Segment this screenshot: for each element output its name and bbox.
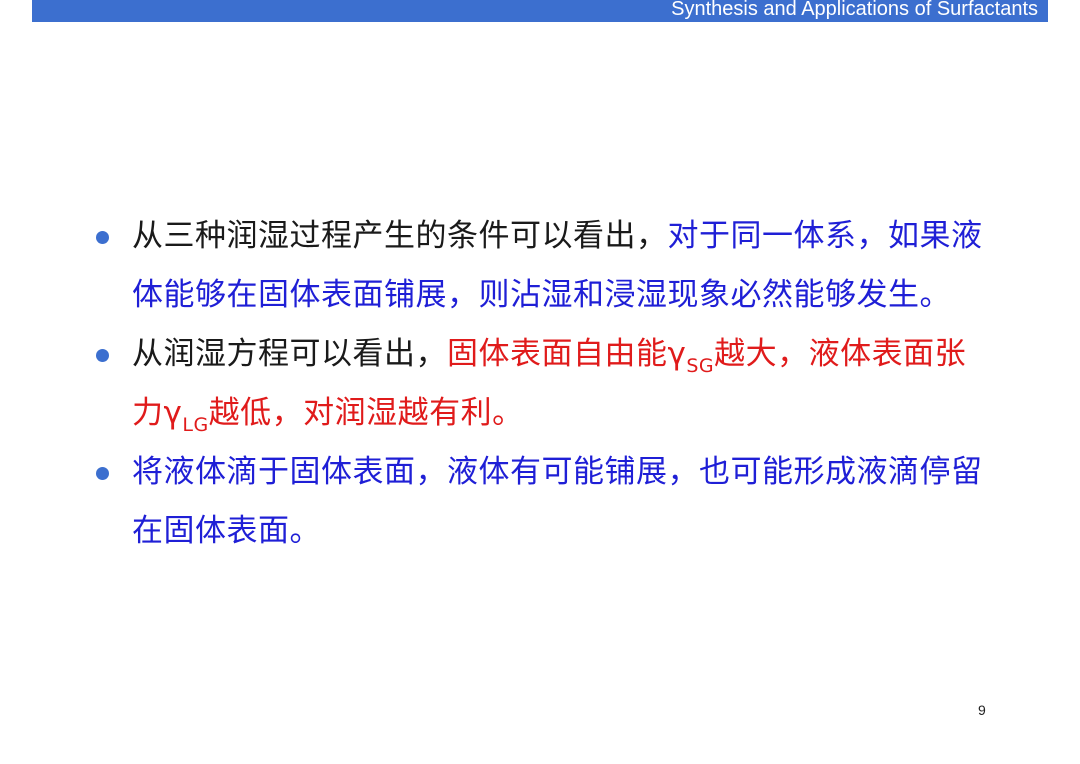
slide-content: 从三种润湿过程产生的条件可以看出，对于同一体系，如果液体能够在固体表面铺展，则沾… [92, 207, 992, 561]
bullet-text-segment: 从三种润湿过程产生的条件可以看出， [132, 218, 668, 254]
bullet-item: 将液体滴于固体表面，液体有可能铺展，也可能形成液滴停留在固体表面。 [92, 443, 992, 561]
subscript-sg: SG [686, 355, 715, 377]
bullet-dot-icon [96, 349, 109, 362]
page-number: 9 [978, 702, 986, 718]
bullet-text-segment: 从润湿方程可以看出， [132, 336, 447, 372]
bullet-text-segment: 固体表面自由能γ [447, 336, 687, 372]
bullet-dot-icon [96, 231, 109, 244]
subscript-lg: LG [182, 414, 209, 436]
header-bar: Synthesis and Applications of Surfactant… [32, 0, 1048, 22]
bullet-text-segment: 将液体滴于固体表面，液体有可能铺展，也可能形成液滴停留在固体表面。 [132, 454, 983, 549]
bullet-item: 从三种润湿过程产生的条件可以看出，对于同一体系，如果液体能够在固体表面铺展，则沾… [92, 207, 992, 325]
bullet-text-segment: 越低，对润湿越有利。 [208, 395, 524, 431]
bullet-dot-icon [96, 467, 109, 480]
bullet-item: 从润湿方程可以看出，固体表面自由能γSG越大，液体表面张力γLG越低，对润湿越有… [92, 325, 992, 443]
header-title: Synthesis and Applications of Surfactant… [671, 0, 1038, 20]
